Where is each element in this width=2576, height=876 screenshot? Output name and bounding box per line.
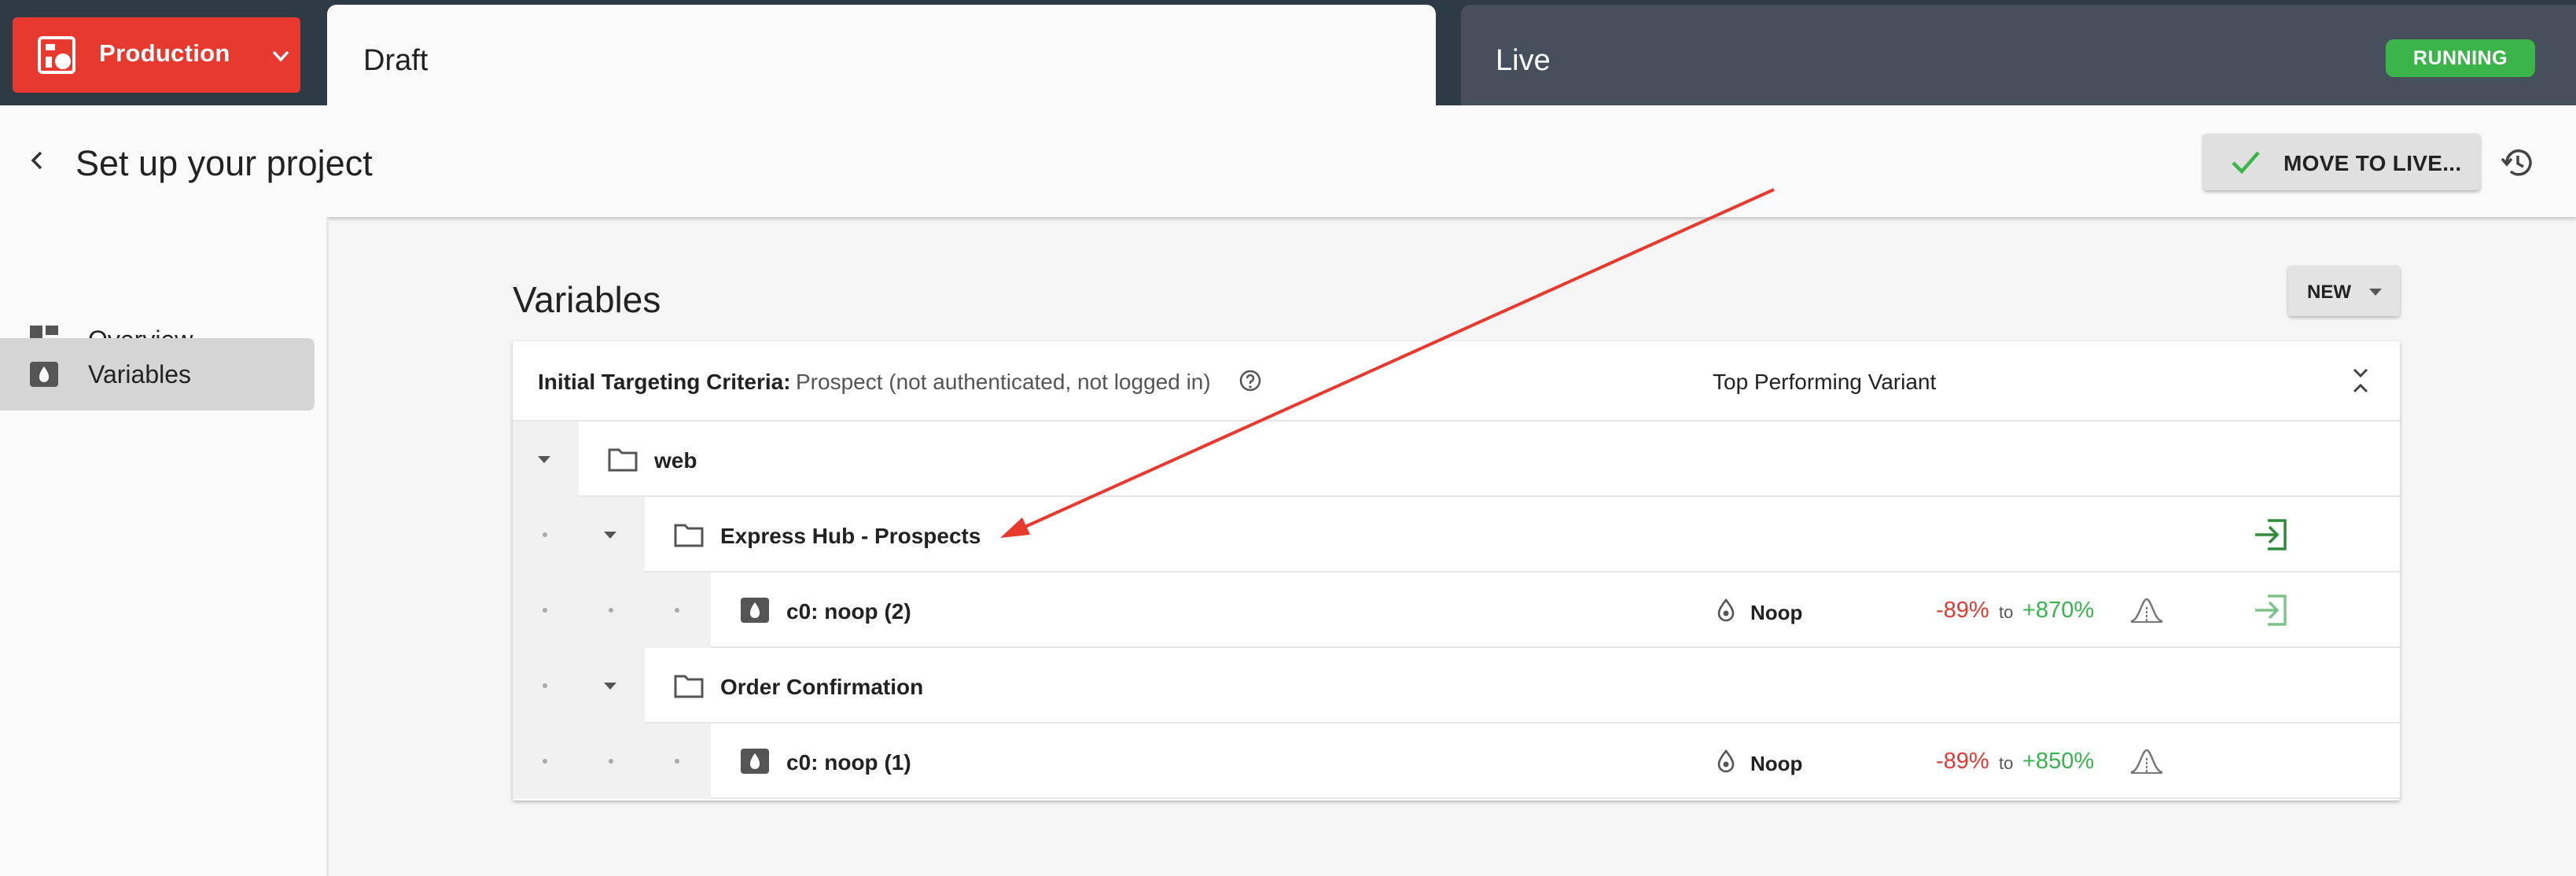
- row-label: c0: noop (2): [786, 599, 911, 624]
- indent-dot: [543, 608, 547, 613]
- row-gutter: [513, 497, 645, 572]
- move-to-live-label: MOVE TO LIVE...: [2283, 151, 2462, 175]
- row-label: c0: noop (1): [786, 750, 911, 775]
- folder-icon: [674, 524, 704, 547]
- row-gutter: [513, 723, 711, 799]
- enter-icon[interactable]: [2252, 516, 2290, 554]
- folder-icon: [608, 448, 638, 472]
- caret-down-icon[interactable]: [601, 525, 620, 544]
- criteria-label: Initial Targeting Criteria:: [538, 370, 791, 394]
- criteria-value: Prospect (not authenticated, not logged …: [796, 370, 1211, 394]
- tab-draft[interactable]: Draft: [327, 5, 1436, 105]
- row-gutter: [513, 421, 579, 497]
- sidebar-item-label: Variables: [88, 360, 192, 388]
- status-badge: RUNNING: [2386, 39, 2535, 77]
- row-label: web: [654, 448, 697, 473]
- section-title: Variables: [513, 279, 661, 320]
- drop-icon: [1717, 598, 1735, 622]
- variable-icon: [741, 598, 769, 623]
- page-header: Set up your project MOVE TO LIVE...: [0, 105, 2576, 217]
- tab-live[interactable]: Live RUNNING: [1461, 5, 2576, 105]
- chevron-down-icon: [272, 50, 289, 62]
- range-high: +870%: [2022, 598, 2095, 623]
- tab-draft-label: Draft: [363, 44, 429, 77]
- targeting-criteria-header: Initial Targeting Criteria: Prospect (no…: [513, 341, 2400, 421]
- variable-icon: [741, 749, 769, 774]
- range-to: to: [1999, 753, 2014, 773]
- range-low: -89%: [1936, 598, 1989, 623]
- page-title: Set up your project: [75, 143, 373, 183]
- table-row[interactable]: Express Hub - Prospects: [513, 497, 2400, 572]
- environment-icon: [38, 36, 75, 74]
- indent-dot: [543, 532, 547, 537]
- variant-label: Noop: [1750, 752, 1803, 775]
- table-row[interactable]: c0: noop (1) Noop -89% to +850%: [513, 723, 2400, 799]
- table-row[interactable]: web: [513, 421, 2400, 497]
- folder-icon: [674, 675, 704, 698]
- sidebar-item-variables[interactable]: Variables: [0, 338, 315, 410]
- row-gutter: [513, 648, 645, 723]
- top-bar: Production Draft Live RUNNING: [0, 0, 2576, 105]
- collapse-all-icon[interactable]: [2345, 365, 2376, 396]
- range-low: -89%: [1936, 749, 1989, 774]
- range-high: +850%: [2022, 749, 2095, 774]
- variable-icon: [30, 362, 58, 387]
- indent-dot: [543, 759, 547, 764]
- top-variant-header: Top Performing Variant: [1713, 370, 1937, 394]
- indent-dot: [675, 759, 679, 764]
- environment-label: Production: [99, 39, 230, 67]
- new-button-label: NEW: [2307, 282, 2351, 303]
- enter-icon[interactable]: [2252, 591, 2290, 629]
- range-to: to: [1999, 602, 2014, 622]
- check-icon: [2232, 151, 2260, 175]
- variables-card: Initial Targeting Criteria: Prospect (no…: [513, 341, 2400, 801]
- drop-icon: [1717, 749, 1735, 773]
- row-label: Express Hub - Prospects: [720, 524, 981, 548]
- variant-label: Noop: [1750, 601, 1803, 624]
- sidebar: Overview Variables: [0, 217, 329, 876]
- table-row[interactable]: Order Confirmation: [513, 648, 2400, 723]
- distribution-icon[interactable]: [2129, 596, 2164, 624]
- help-icon[interactable]: [1238, 368, 1263, 393]
- row-gutter: [513, 572, 711, 648]
- caret-down-icon[interactable]: [601, 676, 620, 695]
- indent-dot: [609, 608, 613, 613]
- history-icon[interactable]: [2499, 145, 2535, 181]
- distribution-icon[interactable]: [2129, 747, 2164, 775]
- back-arrow-icon[interactable]: [24, 146, 52, 175]
- indent-dot: [609, 759, 613, 764]
- move-to-live-button[interactable]: MOVE TO LIVE...: [2203, 134, 2480, 190]
- caret-down-icon[interactable]: [535, 450, 554, 469]
- row-label: Order Confirmation: [720, 675, 924, 699]
- tab-live-label: Live: [1496, 44, 1551, 77]
- indent-dot: [675, 608, 679, 613]
- new-button[interactable]: NEW: [2288, 266, 2400, 316]
- table-row[interactable]: c0: noop (2) Noop -89% to +870%: [513, 572, 2400, 648]
- environment-selector-button[interactable]: Production: [13, 17, 300, 93]
- indent-dot: [543, 683, 547, 688]
- caret-down-icon: [2369, 289, 2382, 296]
